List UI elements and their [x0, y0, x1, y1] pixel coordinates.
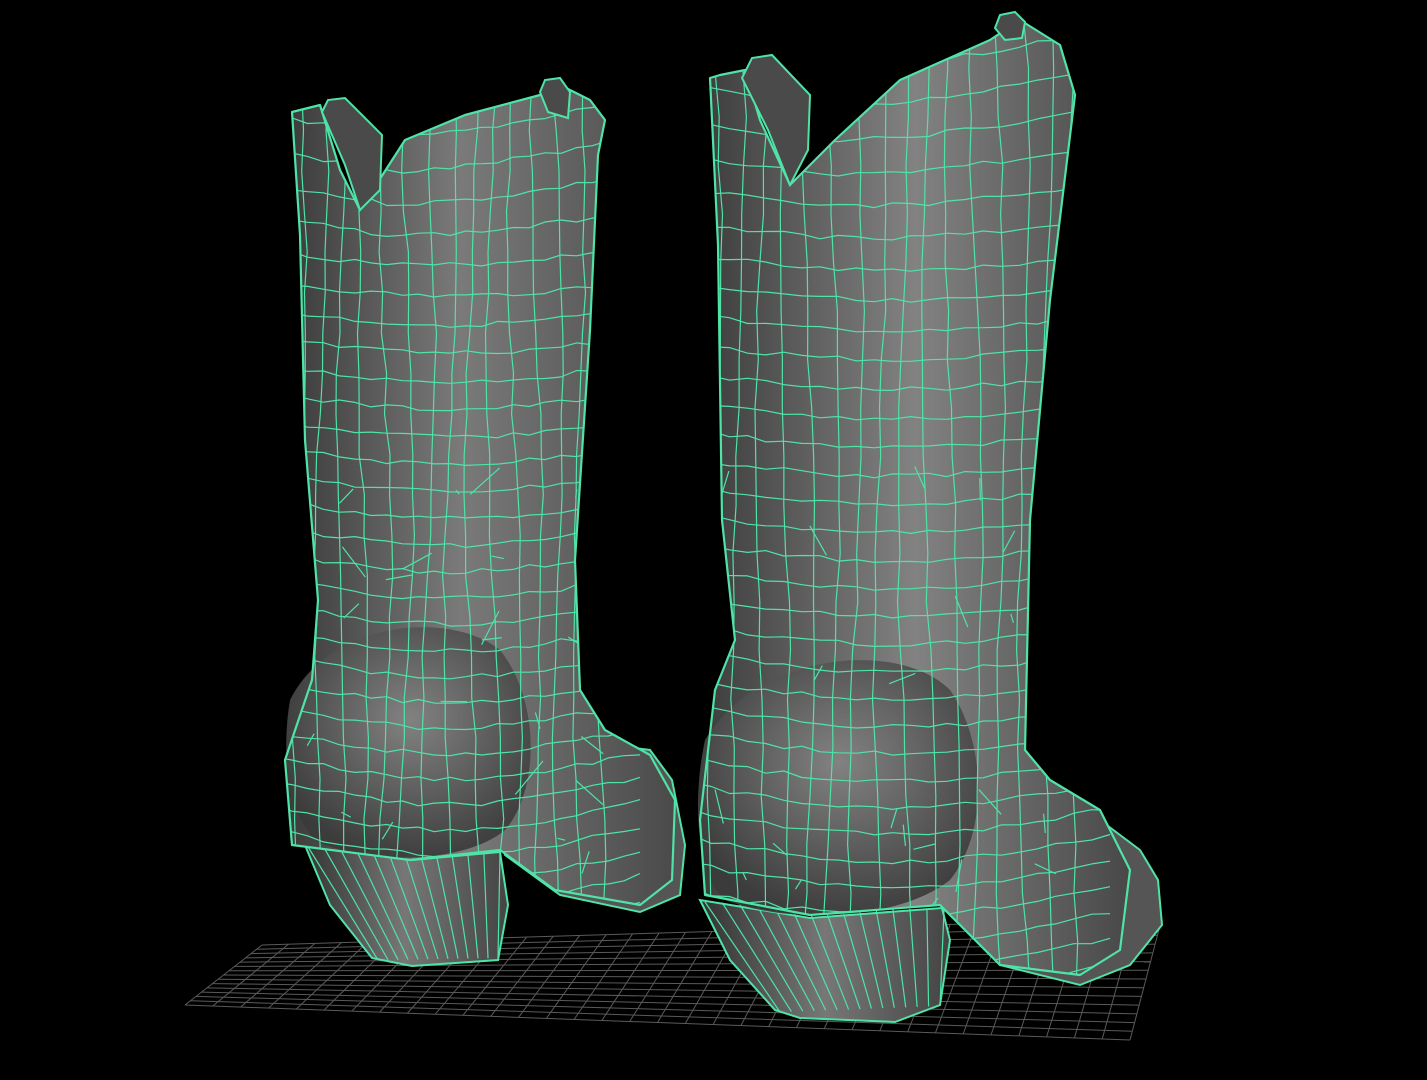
left-boot-heel-cup	[286, 627, 531, 858]
viewport-canvas[interactable]	[0, 0, 1427, 1080]
left-boot-mesh[interactable]	[260, 50, 687, 968]
3d-viewport[interactable]	[0, 0, 1427, 1080]
right-boot-heel-block	[698, 898, 952, 1024]
right-boot-mesh[interactable]	[675, 0, 1164, 1024]
